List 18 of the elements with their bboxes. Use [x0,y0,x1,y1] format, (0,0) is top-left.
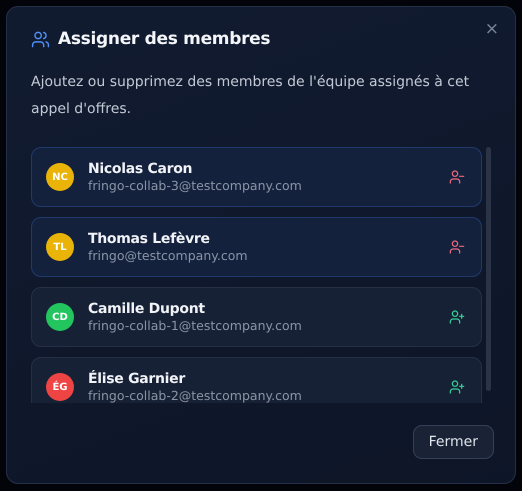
member-name: Nicolas Caron [88,161,194,177]
member-avatar: TL [46,233,74,261]
scrollbar[interactable] [486,147,491,391]
member-email: fringo-collab-2@testcompany.com [88,388,303,403]
member-avatar: NC [46,163,74,191]
users-icon [31,30,50,48]
dialog-description: Ajoutez ou supprimez des membres de l'équipe assignés à cet appel d'offres. [31,73,470,119]
member-avatar: CD [46,303,74,331]
member-email: fringo-collab-1@testcompany.com [88,318,303,333]
member-name: Élise Garnier [88,371,186,387]
member-name: Thomas Lefèvre [88,231,211,247]
close-dialog-button[interactable]: Fermer [412,425,494,459]
member-email: fringo@testcompany.com [88,248,249,263]
dialog-title: Assigner des membres [58,29,270,49]
member-avatar: ÉG [46,373,74,401]
member-name: Camille Dupont [88,301,206,317]
member-email: fringo-collab-3@testcompany.com [88,178,303,193]
close-button[interactable]: × [480,17,503,41]
